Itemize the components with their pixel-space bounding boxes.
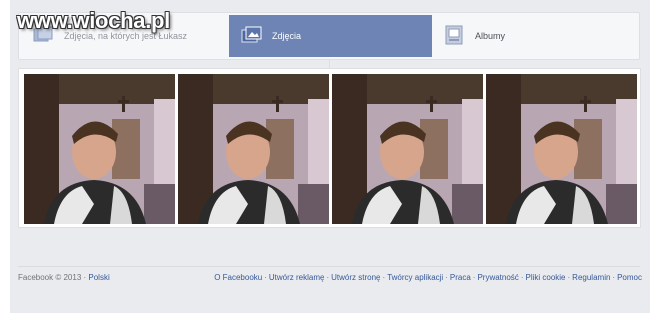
footer-link-terms[interactable]: Regulamin	[572, 273, 610, 282]
tab-albums-label: Albumy	[475, 31, 506, 41]
photo-image	[486, 74, 637, 224]
footer: Facebook © 2013 · Polski O Facebooku · Utw…	[18, 273, 642, 287]
footer-link-about[interactable]: O Facebooku	[214, 273, 262, 282]
photos-icon	[241, 26, 263, 46]
photo-grid	[18, 68, 641, 228]
tab-photos[interactable]: Zdjęcia	[229, 15, 432, 57]
footer-link-cookies[interactable]: Pliki cookie	[525, 273, 565, 282]
footer-link-privacy[interactable]: Prywatność	[477, 273, 518, 282]
footer-link-developers[interactable]: Twórcy aplikacji	[387, 273, 443, 282]
footer-link-careers[interactable]: Praca	[450, 273, 471, 282]
footer-left: Facebook © 2013 · Polski	[18, 273, 110, 287]
footer-language-link[interactable]: Polski	[88, 273, 109, 282]
tab-albums[interactable]: Albumy	[432, 15, 637, 57]
footer-link-create-ad[interactable]: Utwórz reklamę	[269, 273, 325, 282]
photo-thumbnail[interactable]	[332, 74, 483, 224]
albums-icon	[444, 25, 466, 47]
photo-image	[332, 74, 483, 224]
footer-links: O Facebooku · Utwórz reklamę · Utwórz stronę…	[214, 273, 642, 282]
photo-thumbnail[interactable]	[24, 74, 175, 224]
photo-thumbnail[interactable]	[486, 74, 637, 224]
footer-link-create-page[interactable]: Utwórz stronę	[331, 273, 380, 282]
tab-photos-label: Zdjęcia	[272, 31, 302, 41]
site-watermark: www.wiocha.pl	[17, 8, 170, 33]
footer-divider	[18, 266, 640, 267]
footer-link-help[interactable]: Pomoc	[617, 273, 642, 282]
photo-thumbnail[interactable]	[178, 74, 329, 224]
footer-copyright: Facebook © 2013 ·	[18, 273, 87, 282]
photo-image	[178, 74, 329, 224]
photo-image	[24, 74, 175, 224]
